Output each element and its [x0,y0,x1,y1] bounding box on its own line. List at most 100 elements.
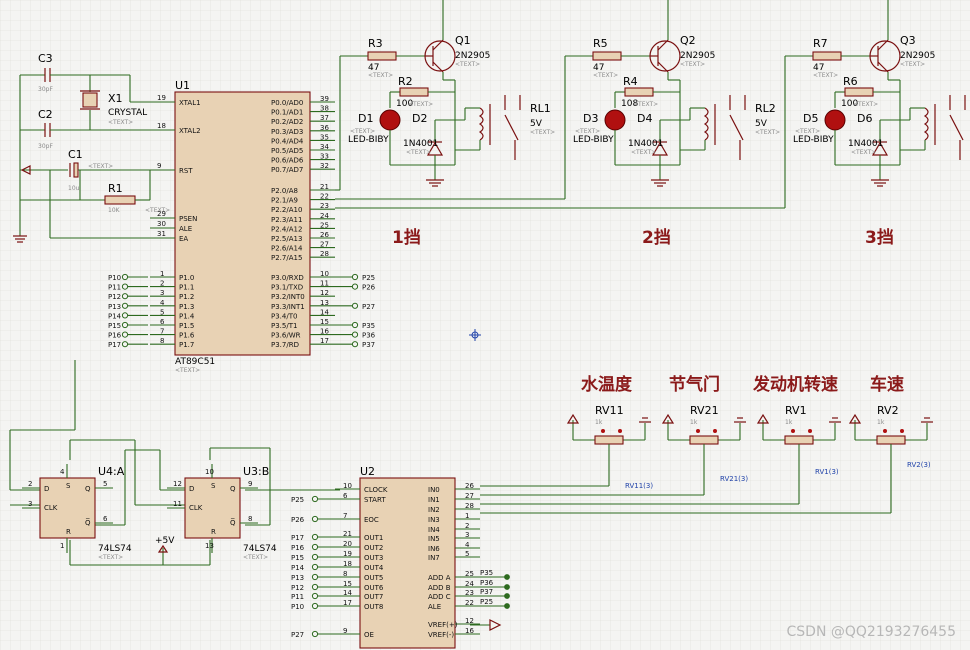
resistor-label: R6 [843,75,858,88]
ff-label: U4:A [98,465,125,478]
u2-pin-net: P26 [291,516,305,524]
u2-pin-name: OE [364,631,374,639]
transistor-text: <TEXT> [900,61,925,68]
resistor-r7[interactable] [812,51,842,61]
u1-right-pin-name: P3.4/T0 [271,312,297,320]
ff-pin-name: D [44,485,49,493]
x1-type: CRYSTAL [108,108,147,118]
u2-pin-name: OUT6 [364,584,384,592]
resistor-label: R3 [368,37,383,50]
u2-pin-name: OUT3 [364,554,383,562]
pot-body[interactable] [594,435,624,445]
u1-right-pin-number: 38 [320,105,329,113]
ff-pin-number: 10 [205,468,214,476]
u1-pin-number: 19 [157,94,166,102]
u1-p3-net: P26 [362,284,376,292]
u2-pin-name: ADD A [428,574,451,582]
u2-pin-number: 1 [465,512,469,520]
u2-pin-name: OUT1 [364,534,383,542]
u1-right-pin-name: P2.4/A12 [271,225,302,233]
u2-pin-name: OUT2 [364,544,383,552]
u2-pin-number: 9 [343,627,347,635]
u1-right-pin-number: 26 [320,231,329,239]
throttle-heading: 节气门 [669,374,720,395]
u1-pin-name: XTAL2 [179,127,201,135]
resistor-r1[interactable] [104,195,136,205]
u1-right-pin-number: 12 [320,289,329,297]
u2-pin-name: VREF(+) [428,621,458,629]
u1-p1-name: P1.4 [179,312,195,320]
led-text: <TEXT> [350,128,375,135]
u1-p1-number: 2 [160,280,164,288]
u2-pin-name: ADD B [428,584,451,592]
c2-value: 30pF [38,143,53,150]
crystal-x1[interactable] [82,92,98,108]
ff-pin-number: 8 [248,515,252,523]
ff-pin-name: S [66,482,71,490]
u1-pin-number: 9 [157,162,161,170]
vehicle-speed-heading: 车速 [870,374,904,395]
u1-p1-net: P12 [108,293,121,301]
u1-right-pin-name: P0.0/AD0 [271,99,303,107]
led-d3[interactable] [604,109,626,131]
u2-pin-number: 6 [343,492,348,500]
transistor-text: <TEXT> [680,61,705,68]
net-terminal[interactable] [504,584,510,590]
diode-label: D2 [412,112,427,125]
u1-right-pin-name: P2.0/A8 [271,187,298,195]
u1-right-pin-number: 22 [320,193,329,201]
led-d5[interactable] [824,109,846,131]
u2-pin-name: OUT7 [364,593,383,601]
u2-pin-number: 10 [343,482,352,490]
u2-pin-net: P35 [480,569,493,577]
u2-pin-net: P16 [291,544,305,552]
u2-pin-net: P13 [291,574,304,582]
ff-pin-name: D [189,485,194,493]
net-terminal[interactable] [504,574,510,580]
pot-dot [883,429,887,433]
ff-pin-name: Q [85,485,91,493]
resistor-r3[interactable] [367,51,397,61]
pot-body[interactable] [689,435,719,445]
watermark: CSDN @QQ2193276455 [786,624,956,640]
u2-pin-net: P14 [291,564,305,572]
pot-value: 1k [877,419,885,426]
relay-voltage: 5V [530,119,543,129]
pot-dot [618,429,622,433]
resistor-r4[interactable] [624,87,654,97]
net-terminal[interactable] [504,603,510,609]
u2-pin-name: IN6 [428,545,440,553]
u2-pin-number: 20 [343,540,352,548]
resistor-r5[interactable] [592,51,622,61]
u1-right-pin-name: P2.2/A10 [271,206,302,214]
c3-label: C3 [38,52,53,65]
schematic-canvas[interactable]: C3 30pF C2 30pF C1 10u <TEXT> X1 CRYSTAL… [0,0,970,650]
u2-pin-name: IN0 [428,486,440,494]
u1-p1-name: P1.6 [179,332,195,340]
pot-body[interactable] [876,435,906,445]
transistor-type: 2N2905 [900,51,935,61]
led-type: LED-BIBY [573,135,614,145]
c1-label: C1 [68,148,83,161]
net-terminal[interactable] [504,593,510,599]
ff-label: U3:B [243,465,269,478]
u1-right-pin-name: P3.1/TXD [271,284,303,292]
u1-right-pin-number: 28 [320,250,329,258]
u1-p1-name: P1.3 [179,303,194,311]
resistor-r2[interactable] [399,87,429,97]
resistor-r6[interactable] [844,87,874,97]
u1-right-pin-name: P0.4/AD4 [271,137,304,145]
u1-p1-name: P1.2 [179,293,194,301]
c1-text: <TEXT> [88,163,113,170]
resistor-label: R7 [813,37,828,50]
u2-pin-number: 24 [465,580,474,588]
ff-pin-name: CLK [189,504,203,512]
u1-right-pin-number: 16 [320,328,329,336]
led-d1[interactable] [379,109,401,131]
gear3-heading: 3挡 [865,227,894,248]
ff-text: <TEXT> [98,554,123,561]
diode-label: D4 [637,112,652,125]
pot-body[interactable] [784,435,814,445]
u1-pin-number: 31 [157,230,166,238]
u2-pin-name: IN5 [428,535,440,543]
